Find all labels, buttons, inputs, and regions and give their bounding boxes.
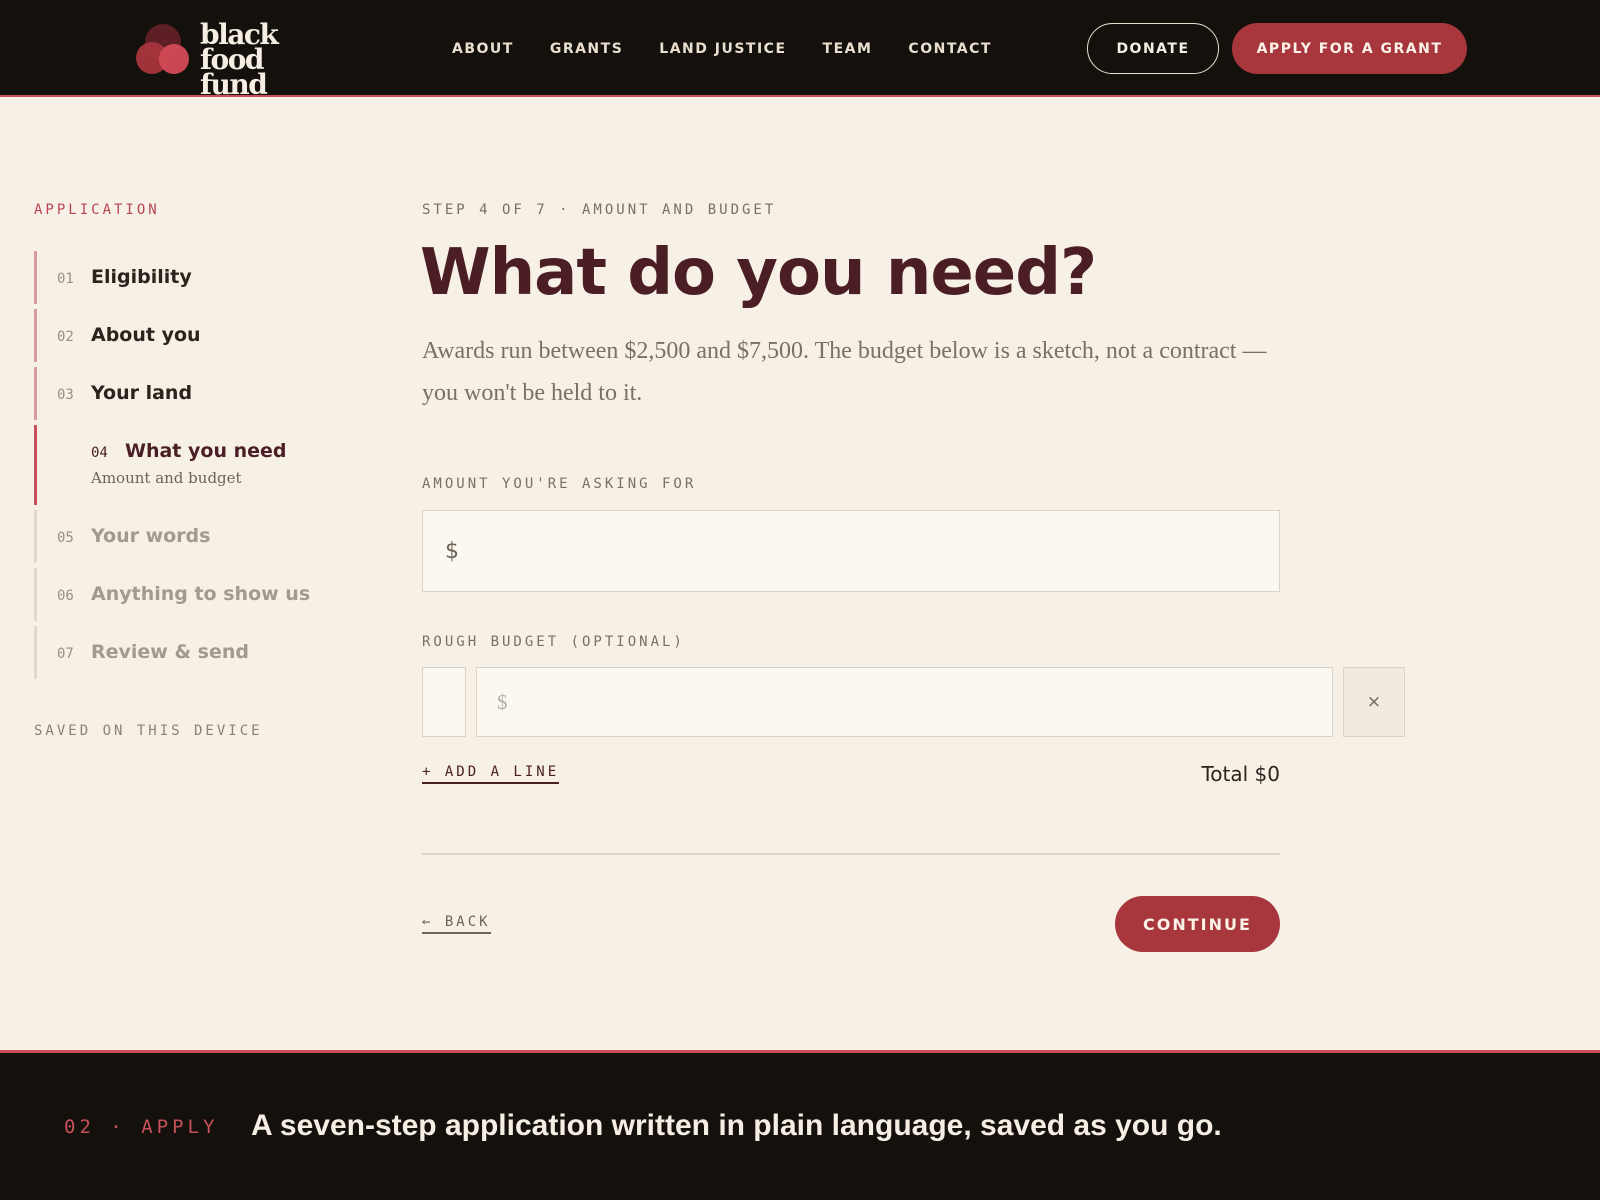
apply-for-grant-button[interactable]: APPLY FOR A GRANT [1232,23,1467,74]
sidebar-label: APPLICATION [34,202,160,218]
nav-grants[interactable]: GRANTS [550,41,623,57]
step-number: 01 [57,271,74,287]
step-title: Review & send [91,641,249,663]
step-your-land[interactable]: 03 Your land [34,367,354,420]
lead-text: Awards run between $2,500 and $7,500. Th… [422,338,1267,406]
band-tag: 02 · APPLY [64,1116,219,1138]
budget-label: ROUGH BUDGET (OPTIONAL) [422,634,685,650]
amount-label: AMOUNT YOU'RE ASKING FOR [422,476,697,492]
step-number: 03 [57,387,74,403]
divider [422,853,1280,855]
step-number: 05 [57,530,74,546]
budget-total: Total $0 [1201,762,1280,786]
page-title: What do you need? [420,236,1097,310]
step-title: What you need [125,440,287,462]
back-link[interactable]: ← BACK [422,914,491,934]
step-anything-to-show-us[interactable]: 06 Anything to show us [34,568,354,621]
step-title: Your words [91,525,211,547]
nav-land-justice[interactable]: LAND JUSTICE [659,41,786,57]
step-number: 04 [91,445,108,461]
budget-currency-placeholder: $ [497,689,508,714]
step-number: 07 [57,646,74,662]
logo-wordmark: black food fund [200,21,335,101]
step-about-you[interactable]: 02 About you [34,309,354,362]
amount-field[interactable]: $ [422,510,1280,592]
step-what-you-need[interactable]: 04 What you need Amount and budget [34,425,354,505]
donate-button[interactable]: DONATE [1087,23,1219,74]
amount-input[interactable] [469,511,1279,591]
nav-team[interactable]: TEAM [823,41,873,57]
step-title: Your land [91,382,193,404]
currency-symbol: $ [445,538,459,564]
step-review-send[interactable]: 07 Review & send [34,626,354,679]
step-your-words[interactable]: 05 Your words [34,510,354,563]
nav-contact[interactable]: CONTACT [908,41,992,57]
step-title: Eligibility [91,266,192,288]
budget-item-input[interactable] [422,667,466,737]
step-title: About you [91,324,201,346]
saved-note: SAVED ON THIS DEVICE [34,723,263,739]
step-number: 06 [57,588,74,604]
logo-line-2: food fund [200,43,268,101]
step-number: 02 [57,329,74,345]
step-list: 01 Eligibility 02 About you 03 Your land… [34,251,354,684]
step-eligibility[interactable]: 01 Eligibility [34,251,354,304]
step-eyebrow: STEP 4 OF 7 · AMOUNT AND BUDGET [422,202,777,218]
main-nav: ABOUT GRANTS LAND JUSTICE TEAM CONTACT [452,0,992,97]
site-header: black food fund ABOUT GRANTS LAND JUSTIC… [0,0,1600,99]
continue-button[interactable]: CONTINUE [1115,896,1280,952]
add-line-link[interactable]: + ADD A LINE [422,764,560,784]
band-text: A seven-step application written in plai… [251,1109,1222,1142]
caption-band: 02 · APPLY A seven-step application writ… [0,1050,1600,1200]
nav-about[interactable]: ABOUT [452,41,514,57]
step-title: Anything to show us [91,583,311,605]
step-subtitle: Amount and budget [91,469,242,487]
logo[interactable]: black food fund [135,21,335,99]
budget-amount-input[interactable]: $ [476,667,1333,737]
remove-line-button[interactable]: × [1343,667,1405,737]
close-icon: × [1366,692,1382,712]
logo-circles-icon [136,24,189,74]
